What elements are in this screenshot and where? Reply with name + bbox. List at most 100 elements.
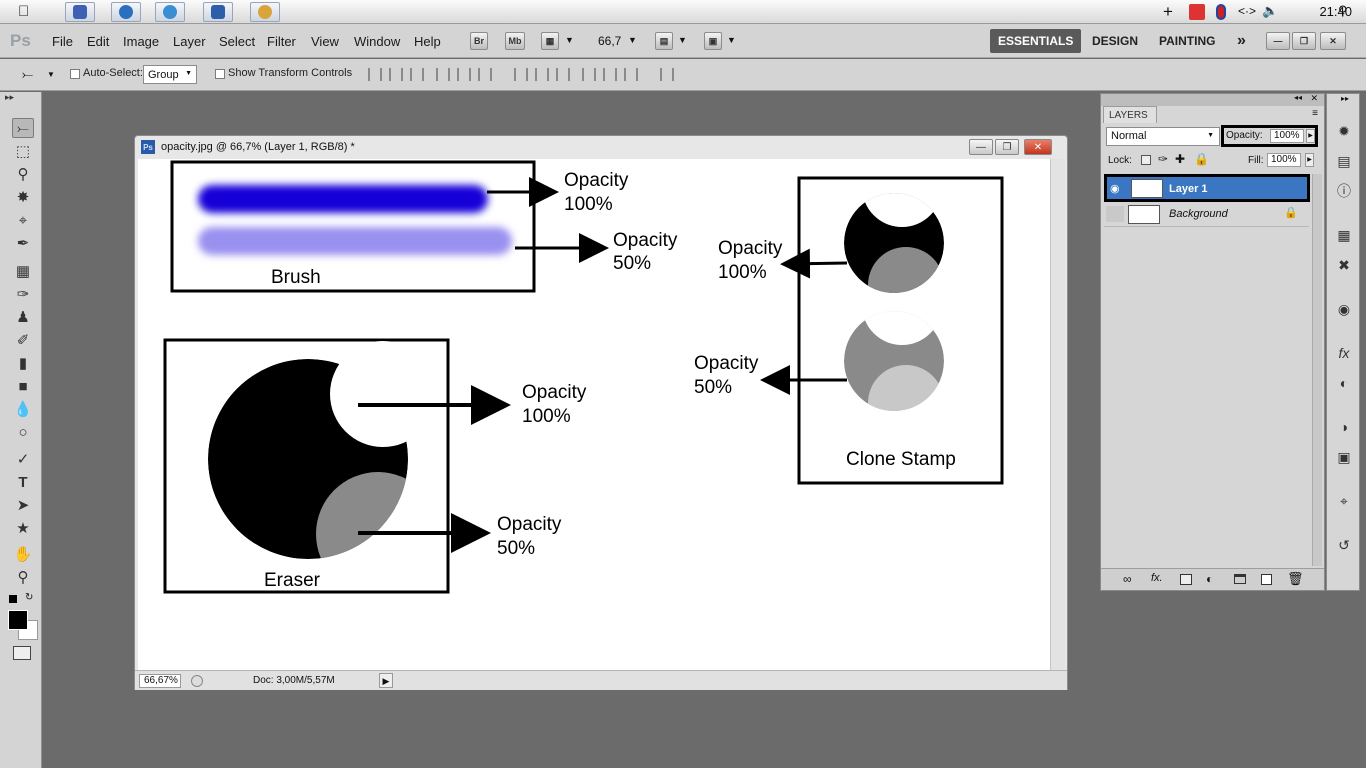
app-minimize-button[interactable]: — <box>1266 32 1290 50</box>
quick-select-tool-icon[interactable]: ✸ <box>12 187 34 207</box>
lock-transparency-icon[interactable] <box>1141 155 1151 165</box>
workspace-essentials[interactable]: ESSENTIALS <box>990 29 1082 53</box>
align-hcenter-icon[interactable] <box>457 68 471 81</box>
clone-stamp-tool-icon[interactable]: ♟ <box>12 307 34 327</box>
screen-mode-button[interactable]: ▣ <box>704 32 722 50</box>
bridge-button[interactable]: Br <box>470 32 488 50</box>
type-tool-icon[interactable]: T <box>12 472 34 492</box>
align-left-icon[interactable] <box>436 68 450 81</box>
workspace-painting[interactable]: PAINTING <box>1151 29 1223 53</box>
hand-tool-icon[interactable]: ✋ <box>12 544 34 564</box>
collapse-tools-icon[interactable]: ▸▸ <box>5 92 14 103</box>
menu-select[interactable]: Select <box>219 34 255 49</box>
menu-image[interactable]: Image <box>123 34 159 49</box>
marquee-tool-icon[interactable]: ⬚ <box>12 141 34 161</box>
brush-tool-icon[interactable]: ✑ <box>12 284 34 304</box>
lock-all-icon[interactable]: 🔒 <box>1194 152 1209 166</box>
panel-menu-icon[interactable]: ≡ <box>1312 108 1318 119</box>
chevron-down-icon[interactable]: ▼ <box>565 35 574 45</box>
paths-icon[interactable]: ⌖ <box>1335 492 1353 510</box>
adjustment-layer-icon[interactable]: ◐ <box>1206 572 1213 586</box>
status-menu-arrow-icon[interactable]: ▶ <box>379 673 393 688</box>
lasso-tool-icon[interactable]: ⚲ <box>12 164 34 184</box>
auto-align-icon[interactable] <box>660 68 674 81</box>
link-layers-icon[interactable]: ∞ <box>1123 572 1132 586</box>
fx-icon[interactable]: fx. <box>1151 572 1163 584</box>
shape-tool-icon[interactable]: ★ <box>12 518 34 538</box>
healing-tool-icon[interactable]: ▦ <box>12 261 34 281</box>
foreground-color-swatch[interactable] <box>8 610 28 630</box>
layer-name[interactable]: Layer 1 <box>1169 183 1208 195</box>
network-icon[interactable]: <·> <box>1238 4 1256 18</box>
view-extras-button[interactable]: ▦ <box>541 32 559 50</box>
quick-mask-icon[interactable] <box>13 646 31 660</box>
align-right-icon[interactable] <box>478 68 492 81</box>
distribute-top-icon[interactable] <box>514 68 528 81</box>
swap-colors-icon[interactable]: ↻ <box>25 592 33 603</box>
swatches-icon[interactable]: ▦ <box>1335 226 1353 244</box>
chevron-down-icon[interactable]: ▼ <box>47 70 55 79</box>
close-panel-icon[interactable]: ✕ <box>1310 93 1318 104</box>
collapse-panel-icon[interactable]: ◂◂ <box>1294 93 1302 102</box>
history-brush-tool-icon[interactable]: ✐ <box>12 330 34 350</box>
plus-icon[interactable]: + <box>1163 2 1173 22</box>
blur-tool-icon[interactable]: 💧 <box>12 399 34 419</box>
default-colors-icon[interactable] <box>9 595 17 603</box>
vertical-scrollbar[interactable] <box>1050 159 1065 670</box>
taskbar-app-globe[interactable] <box>111 2 141 22</box>
arrange-documents-button[interactable]: ▤ <box>655 32 673 50</box>
menu-filter[interactable]: Filter <box>267 34 296 49</box>
delete-layer-icon[interactable]: 🗑 <box>1287 571 1304 587</box>
adjustments-icon[interactable]: ◑ <box>1335 418 1353 436</box>
minibridge-button[interactable]: Mb <box>505 32 525 50</box>
menu-edit[interactable]: Edit <box>87 34 109 49</box>
move-tool-preset-icon[interactable]: ⤚ <box>22 66 33 83</box>
history-icon[interactable]: ↺ <box>1335 536 1353 554</box>
chevron-down-icon[interactable]: ▼ <box>628 35 637 45</box>
visibility-eye-icon[interactable]: ◉ <box>1110 182 1120 195</box>
zoom-tool-icon[interactable]: ⚲ <box>12 567 34 587</box>
fill-slider-arrow-icon[interactable]: ▶ <box>1305 153 1314 167</box>
zoom-field[interactable]: 66,67% <box>139 674 181 688</box>
eraser-tool-icon[interactable]: ▮ <box>12 353 34 373</box>
chevron-down-icon[interactable]: ▼ <box>678 35 687 45</box>
expand-dock-icon[interactable]: ▸▸ <box>1341 94 1349 103</box>
layer-row-background[interactable]: Background 🔒 <box>1104 202 1309 227</box>
fill-field[interactable]: 100% <box>1267 153 1301 167</box>
menu-window[interactable]: Window <box>354 34 400 49</box>
distribute-right-icon[interactable] <box>624 68 638 81</box>
doc-close-button[interactable]: ✕ <box>1024 139 1052 155</box>
layer-row-layer1[interactable]: ◉ Layer 1 <box>1104 174 1310 202</box>
histogram-icon[interactable]: ▤ <box>1335 152 1353 170</box>
lock-pixels-icon[interactable]: ✑ <box>1158 152 1168 166</box>
app-restore-button[interactable]: ❐ <box>1292 32 1316 50</box>
opacity-field[interactable]: 100% <box>1270 129 1304 143</box>
styles-icon[interactable]: ◉ <box>1335 300 1353 318</box>
info-icon[interactable]: ⓘ <box>1335 182 1353 200</box>
search-icon[interactable]: ⚲ <box>1338 3 1348 19</box>
doc-restore-button[interactable]: ❐ <box>995 139 1019 155</box>
workspace-design[interactable]: DESIGN <box>1084 29 1146 53</box>
status-icon[interactable] <box>191 675 203 687</box>
gradient-tool-icon[interactable]: ■ <box>12 376 34 396</box>
distribute-hcenter-icon[interactable] <box>603 68 617 81</box>
distribute-left-icon[interactable] <box>582 68 596 81</box>
crop-tool-icon[interactable]: ⌖ <box>12 210 34 230</box>
layer-name[interactable]: Background <box>1169 208 1228 220</box>
blend-mode-dropdown[interactable]: Normal ▼ <box>1106 127 1220 146</box>
menu-layer[interactable]: Layer <box>173 34 206 49</box>
menu-help[interactable]: Help <box>414 34 441 49</box>
align-top-icon[interactable] <box>368 68 382 81</box>
taskbar-app-preview[interactable] <box>65 2 95 22</box>
channels-icon[interactable]: ▣ <box>1335 448 1353 466</box>
dodge-tool-icon[interactable]: ○ <box>12 422 34 442</box>
antivirus-icon[interactable] <box>1189 4 1205 20</box>
auto-select-checkbox[interactable] <box>70 69 80 79</box>
distribute-vcenter-icon[interactable] <box>535 68 549 81</box>
add-mask-icon[interactable] <box>1180 574 1192 585</box>
taskbar-app-paint[interactable] <box>250 2 280 22</box>
apple-icon[interactable]:  <box>18 3 29 20</box>
menu-file[interactable]: File <box>52 34 73 49</box>
pen-tool-icon[interactable]: ✓ <box>12 449 34 469</box>
menu-view[interactable]: View <box>311 34 339 49</box>
